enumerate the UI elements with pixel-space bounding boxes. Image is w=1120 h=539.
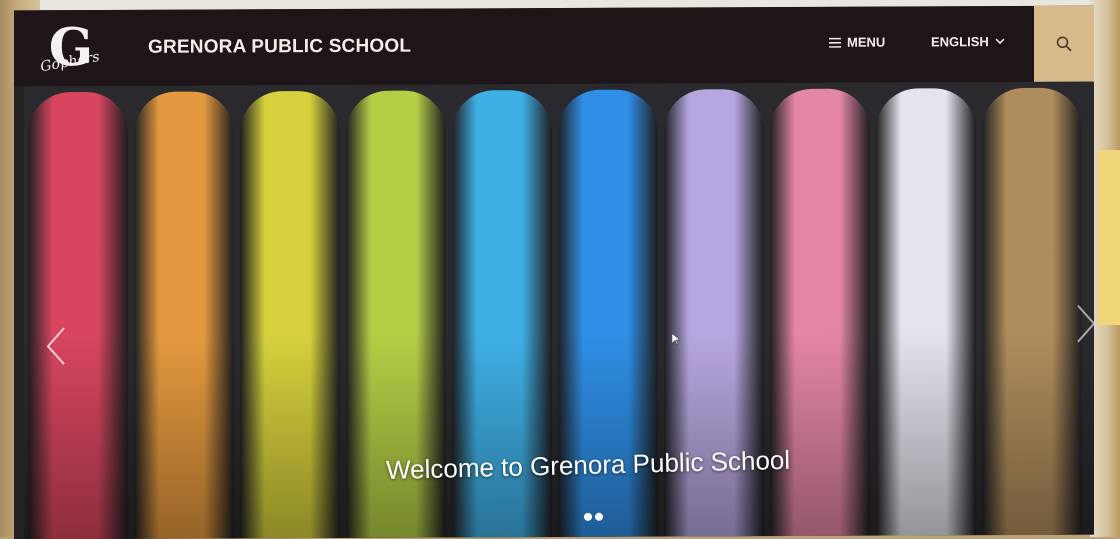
language-label: ENGLISH [931, 34, 989, 50]
sticky-note [1098, 150, 1120, 325]
mouse-cursor-icon [672, 333, 680, 345]
chevron-right-icon[interactable] [1074, 304, 1094, 344]
chevron-left-icon[interactable] [44, 326, 68, 366]
slide-dot[interactable] [595, 512, 603, 521]
site-header: G Gophers GRENORA PUBLIC SCHOOL MENU ENG… [14, 5, 1094, 87]
language-selector[interactable]: ENGLISH [931, 34, 1005, 49]
school-logo[interactable]: G Gophers [38, 16, 102, 80]
school-name[interactable]: GRENORA PUBLIC SCHOOL [148, 36, 411, 59]
slide-dot[interactable] [584, 512, 592, 521]
search-icon [1056, 36, 1072, 52]
hero-slider: Welcome to Grenora Public School [24, 81, 1094, 539]
slide-indicators [584, 512, 603, 521]
chevron-down-icon [995, 38, 1005, 45]
search-button[interactable] [1034, 5, 1094, 82]
menu-label: MENU [847, 34, 886, 50]
menu-button[interactable]: MENU [829, 35, 885, 50]
browser-screen: G Gophers GRENORA PUBLIC SCHOOL MENU ENG… [14, 5, 1094, 539]
hamburger-icon [829, 37, 841, 48]
